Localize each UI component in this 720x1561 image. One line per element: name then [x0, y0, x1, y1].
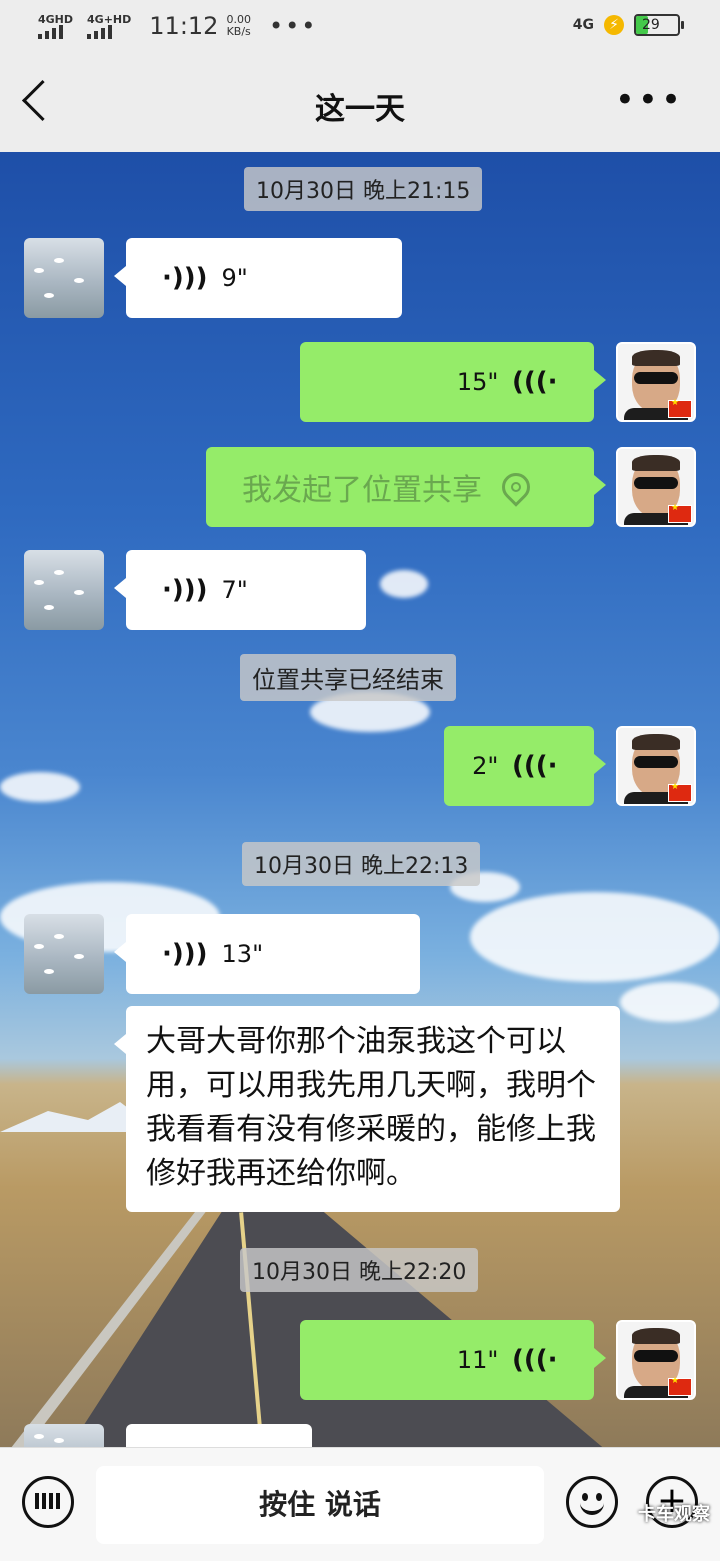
voice-duration: 2" [472, 752, 499, 780]
my-avatar[interactable] [616, 726, 696, 806]
my-avatar[interactable] [616, 342, 696, 422]
watermark: 卡车观察 [638, 1504, 710, 1525]
contact-avatar[interactable] [24, 914, 104, 994]
voice-duration: 11" [456, 1346, 499, 1374]
contact-avatar[interactable] [24, 1424, 104, 1447]
voice-wave-icon: ·))) [162, 575, 208, 605]
charging-icon: ⚡ [604, 15, 624, 35]
voice-message-in[interactable]: ·))) 7" [114, 550, 366, 630]
chat-title: 这一天 [315, 92, 405, 127]
voice-wave-icon: ·))) [162, 939, 208, 969]
voice-duration: 15" [456, 368, 499, 396]
keyboard-toggle-icon[interactable] [22, 1476, 74, 1528]
input-bar: 按住 说话 + [0, 1447, 720, 1561]
voice-message-out[interactable]: 15" ·))) [300, 342, 606, 422]
status-bar: 4GHD 4G+HD 11:12 0.00 KB/s ••• 4G ⚡ 29 [0, 0, 720, 56]
voice-wave-icon: ·))) [512, 367, 558, 397]
my-avatar[interactable] [616, 1320, 696, 1400]
more-notifications-icon: ••• [268, 12, 318, 40]
voice-wave-icon: ·))) [162, 263, 208, 293]
message-partial[interactable] [126, 1424, 312, 1447]
message-text: 大哥大哥你那个油泵我这个可以用，可以用我先用几天啊，我明个我看看有没有修采暖的，… [146, 1024, 596, 1191]
battery-icon: 29 [634, 14, 684, 36]
sim1-signal-icon: 4GHD [38, 14, 73, 39]
timestamp: 10月30日 晚上21:15 [244, 167, 483, 211]
timestamp: 10月30日 晚上22:13 [242, 842, 481, 886]
hold-to-talk-button[interactable]: 按住 说话 [96, 1466, 544, 1544]
network-speed: 0.00 KB/s [226, 13, 251, 38]
network-type: 4G [572, 17, 594, 33]
my-avatar[interactable] [616, 447, 696, 527]
voice-duration: 7" [221, 576, 248, 604]
voice-duration: 9" [221, 264, 248, 292]
contact-avatar[interactable] [24, 238, 104, 318]
emoji-icon[interactable] [566, 1476, 618, 1528]
voice-message-out[interactable]: 11" ·))) [300, 1320, 606, 1400]
chat-message-list[interactable]: 10月30日 晚上21:15 ·))) 9" 15" ·))) 我发起了位置共享 [0, 152, 720, 1447]
clock: 11:12 [149, 12, 219, 40]
location-share-message[interactable]: 我发起了位置共享 [206, 447, 606, 527]
text-message-in[interactable]: 大哥大哥你那个油泵我这个可以用，可以用我先用几天啊，我明个我看看有没有修采暖的，… [114, 1006, 620, 1212]
chat-header: 这一天 ••• [0, 56, 720, 152]
contact-avatar[interactable] [24, 550, 104, 630]
voice-wave-icon: ·))) [512, 751, 558, 781]
timestamp: 10月30日 晚上22:20 [240, 1248, 479, 1292]
sim2-signal-icon: 4G+HD [87, 14, 131, 39]
more-options-icon[interactable]: ••• [615, 80, 684, 120]
voice-wave-icon: ·))) [512, 1345, 558, 1375]
voice-duration: 13" [221, 940, 264, 968]
voice-message-out[interactable]: 2" ·))) [444, 726, 606, 806]
system-message: 位置共享已经结束 [240, 654, 456, 701]
location-pin-icon [496, 467, 536, 507]
voice-message-in[interactable]: ·))) 13" [114, 914, 420, 994]
location-share-text: 我发起了位置共享 [242, 473, 482, 508]
voice-message-in[interactable]: ·))) 9" [114, 238, 402, 318]
